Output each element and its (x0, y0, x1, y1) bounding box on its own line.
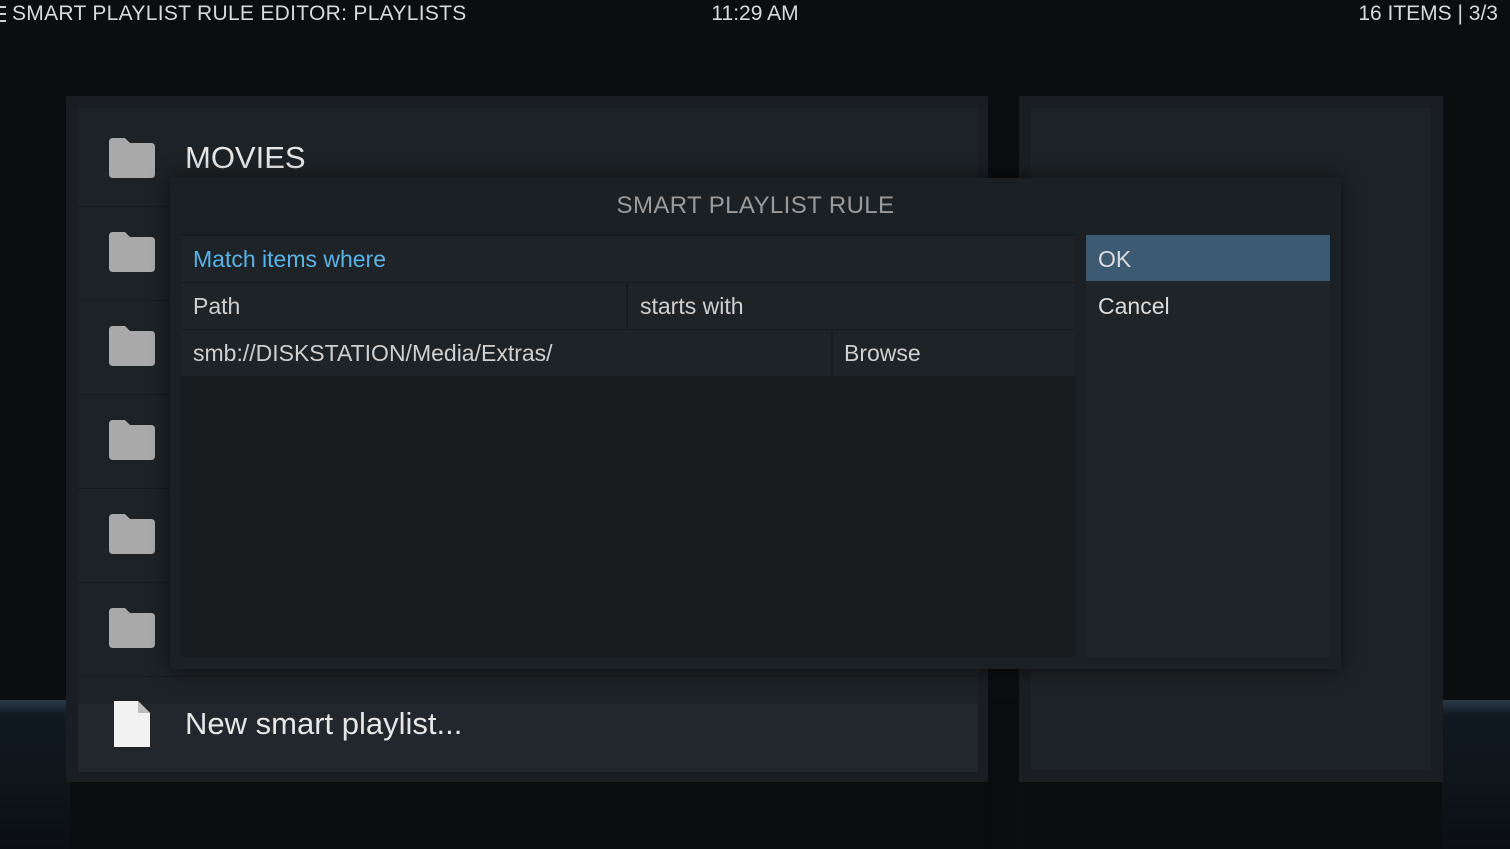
browse-button-label: Browse (844, 340, 921, 366)
rule-field-label: Path (193, 293, 241, 319)
ok-button-label: OK (1098, 246, 1132, 272)
folder-icon (109, 420, 155, 460)
background-glow-right (1442, 700, 1510, 849)
background-gap (988, 700, 1018, 849)
folder-icon (109, 608, 155, 648)
clock: 11:29 AM (711, 2, 799, 25)
list-item-label: MOVIES (185, 140, 306, 175)
top-bar: SMART PLAYLIST RULE EDITOR: PLAYLISTS 11… (0, 0, 1510, 40)
file-icon (114, 701, 150, 747)
cancel-button-label: Cancel (1098, 293, 1170, 319)
item-count: 16 ITEMS | 3/3 (1358, 2, 1498, 25)
background-glow-left (0, 700, 70, 849)
new-smart-playlist-label: New smart playlist... (185, 706, 463, 741)
rule-operator-label: starts with (640, 293, 744, 319)
rule-value-text: smb://DISKSTATION/Media/Extras/ (193, 340, 553, 366)
folder-icon (109, 326, 155, 366)
folder-icon (109, 232, 155, 272)
match-items-label: Match items where (193, 246, 387, 272)
folder-icon (109, 138, 155, 178)
rule-field-selector[interactable] (181, 283, 626, 329)
dialog-title: SMART PLAYLIST RULE (616, 192, 895, 219)
folder-icon (109, 514, 155, 554)
